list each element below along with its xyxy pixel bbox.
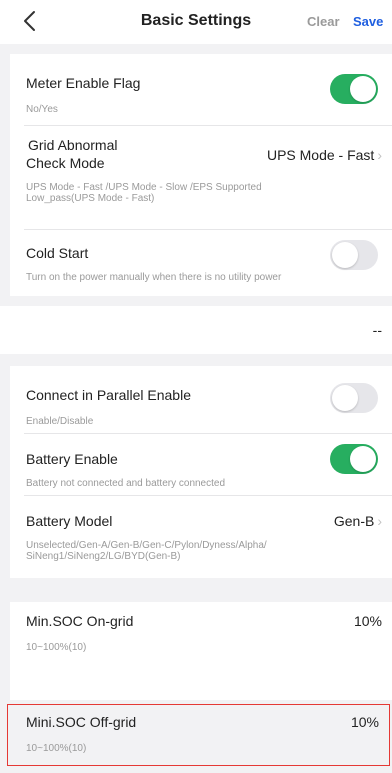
grid-abnormal-label-2: Check Mode <box>26 155 105 171</box>
grid-abnormal-sub-2: Low_pass(UPS Mode - Fast) <box>26 193 155 204</box>
chevron-right-icon: › <box>377 513 382 529</box>
cold-start-sub: Turn on the power manually when there is… <box>26 272 282 283</box>
chevron-right-icon: › <box>377 147 382 163</box>
min-soc-on-grid-sub: 10~100%(10) <box>26 642 87 653</box>
battery-model-sub-2: SiNeng1/SiNeng2/LG/BYD(Gen-B) <box>26 551 181 562</box>
parallel-enable-label: Connect in Parallel Enable <box>26 387 191 403</box>
parallel-enable-toggle[interactable] <box>330 383 378 413</box>
parallel-enable-sub: Enable/Disable <box>26 416 94 427</box>
min-soc-off-grid-row[interactable]: Mini.SOC Off-grid 10% 10~100%(10) <box>7 704 390 766</box>
cold-start-toggle[interactable] <box>330 240 378 270</box>
battery-enable-sub: Battery not connected and battery connec… <box>26 478 226 489</box>
min-soc-on-grid-label: Min.SOC On-grid <box>26 613 134 629</box>
min-soc-on-grid-value: 10% <box>353 613 382 629</box>
battery-model-label: Battery Model <box>26 513 113 529</box>
battery-model-row[interactable]: Battery Model Gen-B › Unselected/Gen-A/Ge… <box>24 496 392 578</box>
toggle-knob <box>350 446 376 472</box>
battery-model-value: Gen-B <box>333 513 375 529</box>
settings-card-soc: Min.SOC On-grid 10% 10~100%(10) <box>10 602 392 700</box>
header-bar: Basic Settings Clear Save <box>0 0 392 44</box>
min-soc-off-grid-label: Mini.SOC Off-grid <box>26 714 137 730</box>
meter-enable-label: Meter Enable Flag <box>26 75 141 91</box>
min-soc-on-grid-row[interactable]: Min.SOC On-grid 10% 10~100%(10) <box>24 602 392 700</box>
grid-abnormal-label-1: Grid Abnormal <box>28 137 118 153</box>
battery-enable-row: Battery Enable Battery not connected and… <box>24 434 392 496</box>
toggle-knob <box>332 385 358 411</box>
min-soc-off-grid-sub: 10~100%(10) <box>26 743 87 754</box>
meter-enable-sub: No/Yes <box>26 104 58 115</box>
grid-abnormal-value: UPS Mode - Fast <box>266 147 375 163</box>
settings-card-general: Meter Enable Flag No/Yes Grid Abnormal C… <box>10 54 392 296</box>
battery-enable-toggle[interactable] <box>330 444 378 474</box>
parallel-enable-row: Connect in Parallel Enable Enable/Disabl… <box>24 366 392 434</box>
settings-card-battery: Connect in Parallel Enable Enable/Disabl… <box>10 366 392 578</box>
cold-start-label: Cold Start <box>26 245 89 261</box>
battery-enable-label: Battery Enable <box>26 451 118 467</box>
grid-abnormal-row[interactable]: Grid Abnormal Check Mode UPS Mode - Fast… <box>24 126 392 230</box>
battery-model-value-wrap: Gen-B › <box>334 512 382 530</box>
min-soc-off-grid-value: 10% <box>350 714 379 730</box>
toggle-knob <box>350 76 376 102</box>
meter-enable-row: Meter Enable Flag No/Yes <box>24 54 392 126</box>
clear-button[interactable]: Clear <box>307 14 340 29</box>
placeholder-value: -- <box>372 322 382 338</box>
placeholder-row[interactable]: -- <box>0 306 392 354</box>
meter-enable-toggle[interactable] <box>330 74 378 104</box>
cold-start-row: Cold Start Turn on the power manually wh… <box>24 230 392 296</box>
grid-abnormal-value-wrap: UPS Mode - Fast › <box>267 146 382 164</box>
save-button[interactable]: Save <box>353 14 383 29</box>
toggle-knob <box>332 242 358 268</box>
